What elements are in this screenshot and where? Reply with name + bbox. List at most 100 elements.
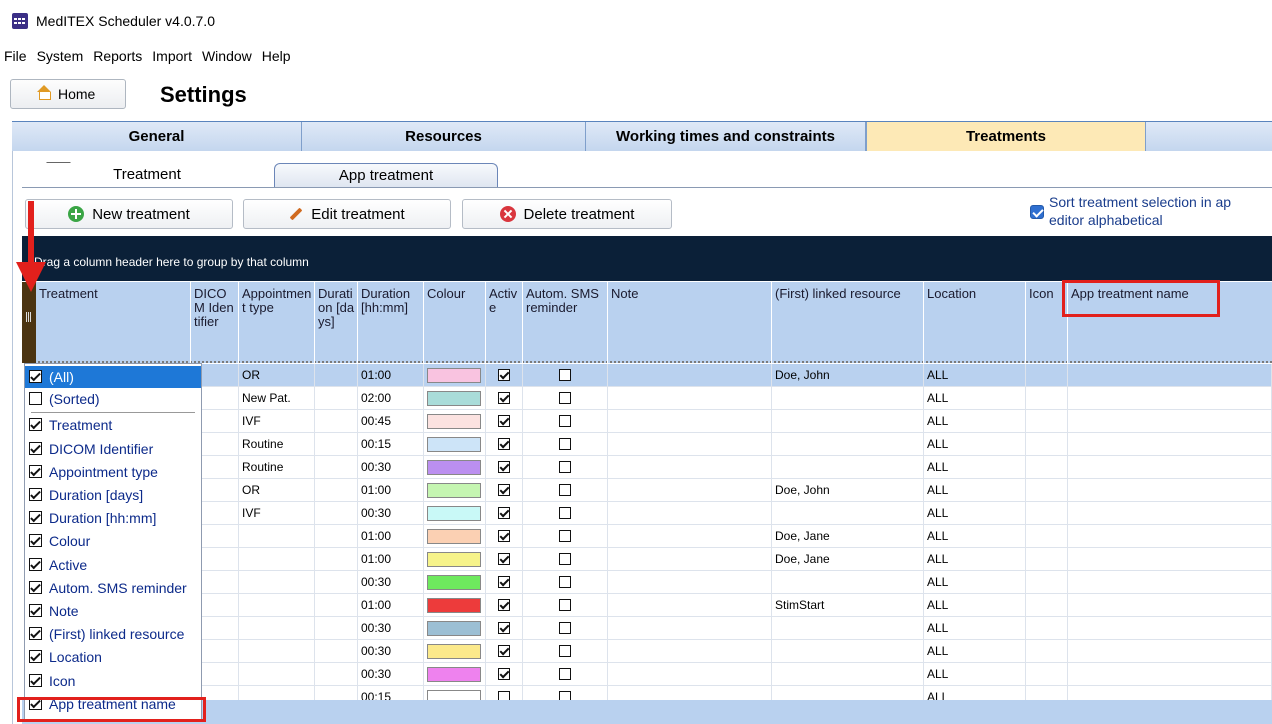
sms-checkbox[interactable] [559, 369, 571, 381]
chooser-checkbox[interactable] [29, 557, 42, 571]
active-checkbox[interactable] [498, 507, 510, 519]
active-checkbox[interactable] [498, 530, 510, 542]
sms-checkbox[interactable] [559, 645, 571, 657]
sms-checkbox[interactable] [559, 438, 571, 450]
menu-file[interactable]: File [0, 45, 32, 67]
active-checkbox[interactable] [498, 668, 510, 680]
chooser-item[interactable]: (All) [25, 366, 201, 388]
header-colour[interactable]: Colour [424, 282, 486, 363]
active-checkbox[interactable] [498, 484, 510, 496]
sms-checkbox[interactable] [559, 530, 571, 542]
table-row[interactable]: OR 01:00 Doe, John ALL [36, 364, 1272, 387]
menu-window[interactable]: Window [197, 45, 257, 67]
sms-checkbox[interactable] [559, 553, 571, 565]
table-row[interactable]: IVF 00:45 ALL [36, 410, 1272, 433]
chooser-checkbox[interactable] [29, 488, 42, 501]
header-active[interactable]: Active [486, 282, 523, 363]
chooser-item[interactable]: (Sorted) [25, 388, 201, 410]
chooser-checkbox[interactable] [29, 673, 42, 687]
chooser-checkbox[interactable] [29, 627, 42, 641]
subtab-treatment[interactable]: Treatment [22, 163, 272, 187]
edit-treatment-button[interactable]: Edit treatment [243, 199, 451, 229]
chooser-checkbox[interactable] [29, 464, 42, 478]
chooser-item[interactable]: Icon [25, 670, 201, 692]
table-row[interactable]: 00:30 ALL [36, 640, 1272, 663]
active-checkbox[interactable] [498, 461, 510, 473]
chooser-checkbox[interactable] [29, 418, 42, 432]
active-checkbox[interactable] [498, 576, 510, 588]
table-row[interactable]: 01:00 StimStart ALL [36, 594, 1272, 617]
tab-working-times[interactable]: Working times and constraints [586, 122, 866, 152]
chooser-checkbox[interactable] [29, 650, 42, 664]
header-linked-resource[interactable]: (First) linked resource [772, 282, 924, 363]
chooser-checkbox[interactable] [29, 534, 42, 548]
active-checkbox[interactable] [498, 553, 510, 565]
group-by-panel[interactable]: Drag a column header here to group by th… [22, 236, 1272, 281]
delete-treatment-button[interactable]: Delete treatment [462, 199, 672, 229]
chooser-item[interactable]: Duration [days] [25, 484, 201, 506]
chooser-item[interactable]: DICOM Identifier [25, 438, 201, 460]
chooser-item[interactable]: Duration [hh:mm] [25, 507, 201, 529]
chooser-checkbox[interactable] [29, 392, 42, 405]
header-duration-days[interactable]: Duration [days] [315, 282, 358, 363]
chooser-checkbox[interactable] [29, 511, 42, 525]
table-row[interactable]: IVF 00:30 ALL [36, 502, 1272, 525]
chooser-item[interactable]: Treatment [25, 414, 201, 436]
menu-system[interactable]: System [32, 45, 89, 67]
table-row[interactable]: Routine 00:30 ALL [36, 456, 1272, 479]
header-appointment-type[interactable]: Appointment type [239, 282, 315, 363]
sms-checkbox[interactable] [559, 668, 571, 680]
tab-treatments[interactable]: Treatments [866, 122, 1146, 152]
sms-checkbox[interactable] [559, 392, 571, 404]
header-note[interactable]: Note [608, 282, 772, 363]
chooser-item[interactable]: Autom. SMS reminder [25, 577, 201, 599]
sort-alphabetical-checkbox[interactable] [1030, 205, 1044, 219]
menu-import[interactable]: Import [147, 45, 197, 67]
table-row[interactable]: OR 01:00 Doe, John ALL [36, 479, 1272, 502]
subtab-app-treatment[interactable]: App treatment [274, 163, 498, 187]
sms-checkbox[interactable] [559, 599, 571, 611]
sms-checkbox[interactable] [559, 461, 571, 473]
table-row[interactable]: 01:00 Doe, Jane ALL [36, 525, 1272, 548]
chooser-item[interactable]: Active [25, 554, 201, 576]
home-button[interactable]: Home [10, 79, 126, 109]
new-treatment-button[interactable]: New treatment [25, 199, 233, 229]
table-row[interactable]: 01:00 Doe, Jane ALL [36, 548, 1272, 571]
chooser-item[interactable]: (First) linked resource [25, 623, 201, 645]
menu-help[interactable]: Help [257, 45, 296, 67]
column-chooser-button[interactable] [22, 282, 36, 363]
active-checkbox[interactable] [498, 369, 510, 381]
table-row[interactable]: 00:30 ALL [36, 617, 1272, 640]
header-location[interactable]: Location [924, 282, 1026, 363]
chooser-checkbox[interactable] [29, 580, 42, 594]
tab-resources[interactable]: Resources [302, 122, 586, 152]
table-row[interactable]: New Pat. 02:00 ALL [36, 387, 1272, 410]
sms-checkbox[interactable] [559, 484, 571, 496]
chooser-checkbox[interactable] [29, 370, 42, 383]
header-sms[interactable]: Autom. SMS reminder [523, 282, 608, 363]
header-treatment[interactable]: Treatment [36, 282, 191, 363]
active-checkbox[interactable] [498, 392, 510, 404]
table-row[interactable]: 00:30 ALL [36, 663, 1272, 686]
header-dicom[interactable]: DICOM Identifier [191, 282, 239, 363]
active-checkbox[interactable] [498, 599, 510, 611]
header-duration-hhmm[interactable]: Duration [hh:mm] [358, 282, 424, 363]
chooser-item[interactable]: Colour [25, 530, 201, 552]
sms-checkbox[interactable] [559, 622, 571, 634]
chooser-item[interactable]: Location [25, 646, 201, 668]
active-checkbox[interactable] [498, 622, 510, 634]
sms-checkbox[interactable] [559, 415, 571, 427]
chooser-item[interactable]: Appointment type [25, 461, 201, 483]
active-checkbox[interactable] [498, 438, 510, 450]
active-checkbox[interactable] [498, 645, 510, 657]
sms-checkbox[interactable] [559, 507, 571, 519]
chooser-checkbox[interactable] [29, 604, 42, 617]
table-row[interactable]: Routine 00:15 ALL [36, 433, 1272, 456]
chooser-item[interactable]: Note [25, 600, 201, 622]
sms-checkbox[interactable] [559, 576, 571, 588]
tab-general[interactable]: General [12, 122, 302, 152]
menu-reports[interactable]: Reports [88, 45, 147, 67]
active-checkbox[interactable] [498, 415, 510, 427]
table-row[interactable]: 00:30 ALL [36, 571, 1272, 594]
chooser-checkbox[interactable] [29, 441, 42, 455]
